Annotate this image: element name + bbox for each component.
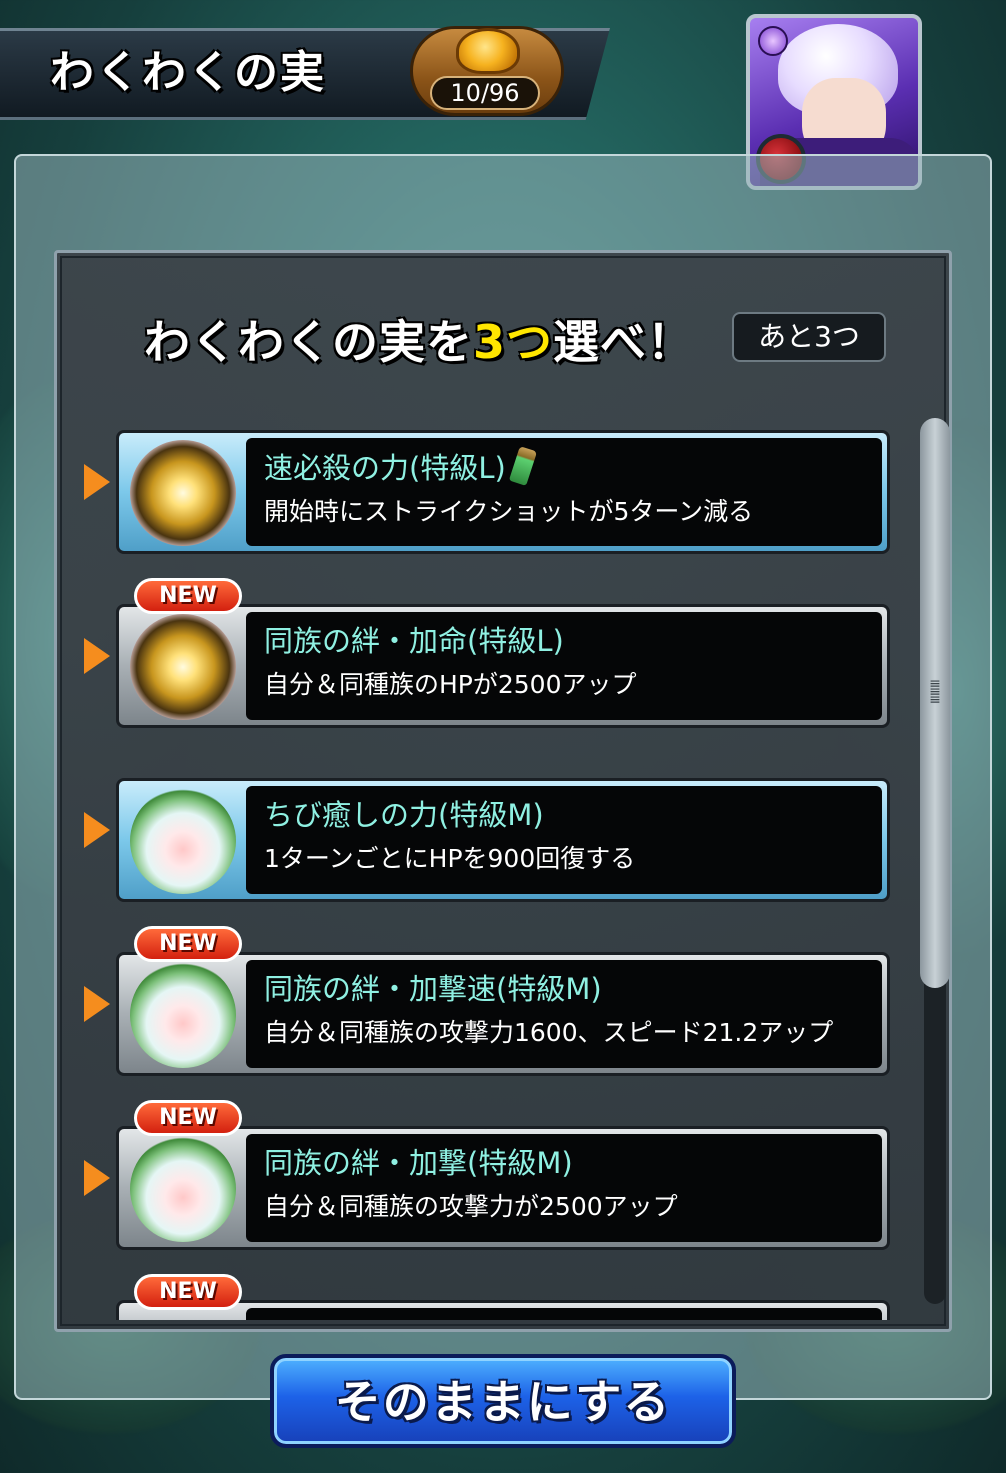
fruit-info: [246, 1308, 882, 1320]
fruit-info: 同族の絆・加撃速(特級M) 自分＆同種族の攻撃力1600、スピード21.2アップ: [246, 960, 882, 1068]
fruit-info: ちび癒しの力(特級M) 1ターンごとにHPを900回復する: [246, 786, 882, 894]
select-arrow-icon: [84, 638, 110, 674]
fruit-description: 自分＆同種族の攻撃力1600、スピード21.2アップ: [264, 1018, 834, 1047]
fruit-list[interactable]: 速必殺の力(特級L) 開始時にストライクショットが5ターン減る 同族の絆・加命(…: [64, 420, 904, 1320]
scroll-grip-icon: ≡ ≡ ≡: [929, 676, 941, 708]
fruit-count: 10/96: [430, 76, 540, 110]
fruit-item[interactable]: 同族の絆・加撃(特級M) 自分＆同種族の攻撃力が2500アップ NEW: [64, 1100, 904, 1256]
fruit-description: 1ターンごとにHPを900回復する: [264, 844, 636, 873]
fruit-item-partial[interactable]: NEW: [64, 1274, 904, 1320]
fruit-title: 同族の絆・加命(特級L): [264, 624, 564, 658]
selection-prompt: わくわくの実を3つ選べ！: [144, 306, 694, 372]
green-fruit-icon: [130, 962, 236, 1068]
fruit-item[interactable]: 同族の絆・加撃速(特級M) 自分＆同種族の攻撃力1600、スピード21.2アップ…: [64, 926, 904, 1082]
select-arrow-icon: [84, 464, 110, 500]
fruit-item[interactable]: ちび癒しの力(特級M) 1ターンごとにHPを900回復する: [64, 768, 904, 908]
select-arrow-icon: [84, 986, 110, 1022]
select-arrow-icon: [84, 1160, 110, 1196]
green-fruit-icon: [130, 1136, 236, 1242]
new-badge: NEW: [134, 1274, 242, 1310]
fruit-item[interactable]: 同族の絆・加命(特級L) 自分＆同種族のHPが2500アップ NEW: [64, 578, 904, 734]
fruit-title: 同族の絆・加撃速(特級M): [264, 972, 602, 1006]
gold-fruit-icon: [130, 614, 236, 720]
new-badge: NEW: [134, 578, 242, 614]
remaining-count-badge: あと3つ: [732, 312, 886, 362]
fruit-description: 自分＆同種族のHPが2500アップ: [264, 670, 637, 699]
prompt-prefix: わくわくの実を: [144, 315, 473, 369]
fruit-title: 速必殺の力(特級L): [264, 446, 882, 487]
green-fruit-icon: [130, 788, 236, 894]
fruit-title: ちび癒しの力(特級M): [264, 798, 544, 832]
new-badge: NEW: [134, 926, 242, 962]
fruit-description: 開始時にストライクショットが5ターン減る: [264, 497, 754, 526]
page-title: わくわくの実: [50, 47, 326, 98]
potion-icon: [508, 446, 537, 486]
fruit-info: 速必殺の力(特級L) 開始時にストライクショットが5ターン減る: [246, 438, 882, 546]
dark-element-icon: [758, 26, 788, 56]
fruit-info: 同族の絆・加撃(特級M) 自分＆同種族の攻撃力が2500アップ: [246, 1134, 882, 1242]
select-arrow-icon: [84, 812, 110, 848]
fruit-title: 同族の絆・加撃(特級M): [264, 1146, 573, 1180]
fruit-item[interactable]: 速必殺の力(特級L) 開始時にストライクショットが5ターン減る: [64, 420, 904, 560]
gold-fruit-icon: [130, 440, 236, 546]
prompt-highlight: 3つ: [473, 315, 554, 369]
keep-as-is-label: そのままにする: [334, 1375, 672, 1429]
new-badge: NEW: [134, 1100, 242, 1136]
prompt-suffix: 選べ！: [553, 315, 695, 369]
fruit-description: 自分＆同種族の攻撃力が2500アップ: [264, 1192, 678, 1221]
fruit-info: 同族の絆・加命(特級L) 自分＆同種族のHPが2500アップ: [246, 612, 882, 720]
golden-fruit-icon: [456, 28, 520, 74]
